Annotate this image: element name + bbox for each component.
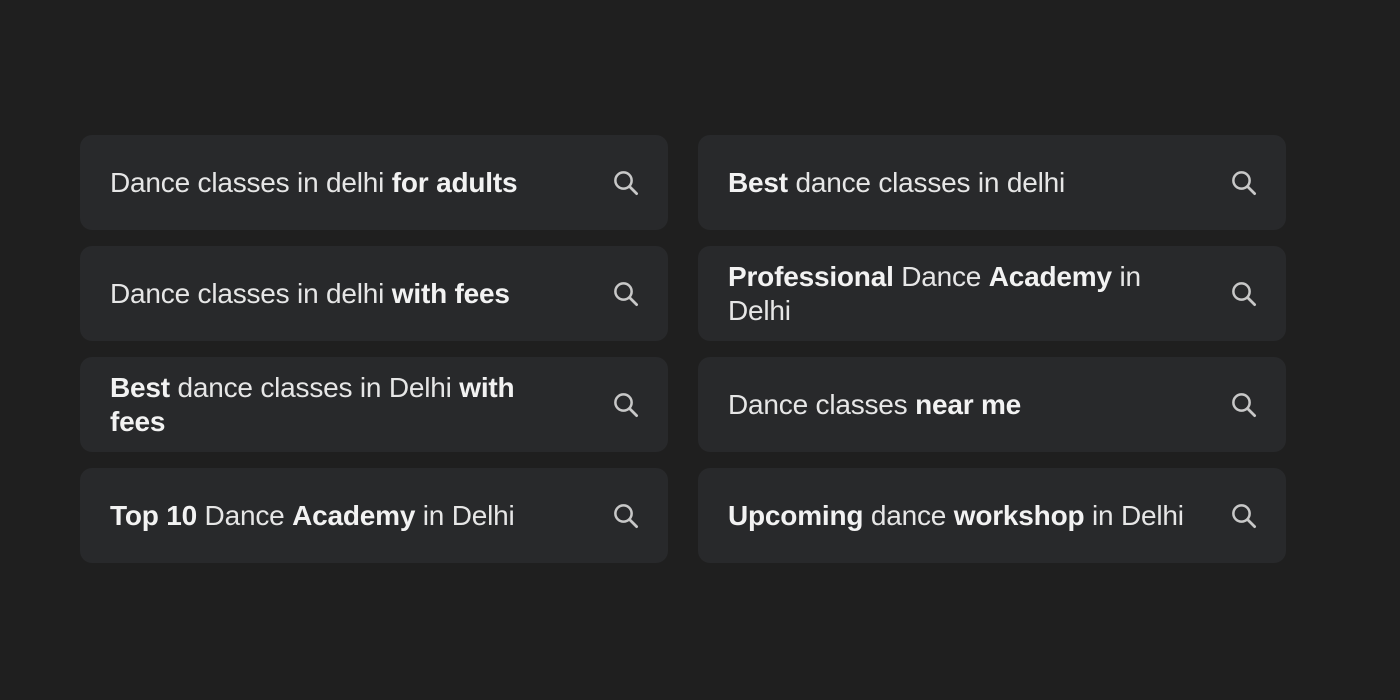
suggestion-text-bold: Upcoming: [728, 499, 864, 531]
suggestion-text-bold: for adults: [391, 166, 518, 198]
suggestion-text: Dance classes near me: [728, 388, 1021, 422]
suggestion-text-bold: workshop: [953, 499, 1085, 531]
suggestion-text: Top 10 Dance Academy in Delhi: [110, 499, 515, 533]
suggestion-text: Dance classes in delhi with fees: [110, 277, 510, 311]
suggestion-text-regular: dance classes in delhi: [787, 166, 1066, 198]
suggestion-text: Dance classes in delhi for adults: [110, 166, 518, 200]
search-icon: [1229, 390, 1259, 420]
suggestion-text-regular: Dance classes in delhi: [110, 277, 392, 309]
suggestion-text: Best dance classes in Delhi with fees: [110, 371, 570, 439]
related-search-suggestion[interactable]: Dance classes in delhi for adults: [80, 135, 668, 230]
suggestion-text-regular: Dance classes: [728, 388, 916, 420]
search-icon: [611, 279, 641, 309]
suggestion-text: Best dance classes in delhi: [728, 166, 1065, 200]
suggestion-text-regular: in Delhi: [415, 499, 515, 531]
related-search-suggestion[interactable]: Best dance classes in Delhi with fees: [80, 357, 668, 452]
related-search-suggestion[interactable]: Dance classes near me: [698, 357, 1286, 452]
suggestion-text-bold: Academy: [988, 260, 1112, 292]
search-icon: [1229, 501, 1259, 531]
related-search-suggestion[interactable]: Top 10 Dance Academy in Delhi: [80, 468, 668, 563]
suggestion-text-bold: Professional: [728, 260, 894, 292]
search-icon: [1229, 168, 1259, 198]
related-search-suggestion[interactable]: Best dance classes in delhi: [698, 135, 1286, 230]
suggestion-text: Professional Dance Academy in Delhi: [728, 260, 1188, 328]
related-search-suggestion[interactable]: Dance classes in delhi with fees: [80, 246, 668, 341]
suggestion-text-regular: dance: [863, 499, 954, 531]
search-icon: [1229, 279, 1259, 309]
related-search-suggestion[interactable]: Professional Dance Academy in Delhi: [698, 246, 1286, 341]
search-icon: [611, 501, 641, 531]
suggestion-text-bold: with fees: [391, 277, 510, 309]
search-icon: [611, 390, 641, 420]
suggestion-text-bold: Top 10: [110, 499, 197, 531]
suggestion-text-regular: in Delhi: [1084, 499, 1184, 531]
related-searches-grid: Dance classes in delhi for adults Best da…: [80, 135, 1286, 563]
suggestion-text-regular: Dance classes in delhi: [110, 166, 392, 198]
related-search-suggestion[interactable]: Upcoming dance workshop in Delhi: [698, 468, 1286, 563]
suggestion-text-bold: near me: [915, 388, 1022, 420]
suggestion-text-bold: Best: [728, 166, 788, 198]
suggestion-text-regular: Dance: [196, 499, 293, 531]
search-icon: [611, 168, 641, 198]
suggestion-text-regular: Dance: [893, 260, 989, 292]
suggestion-text-bold: Best: [110, 371, 170, 403]
suggestion-text-bold: Academy: [292, 499, 416, 531]
suggestion-text: Upcoming dance workshop in Delhi: [728, 499, 1184, 533]
suggestion-text-regular: dance classes in Delhi: [169, 371, 460, 403]
